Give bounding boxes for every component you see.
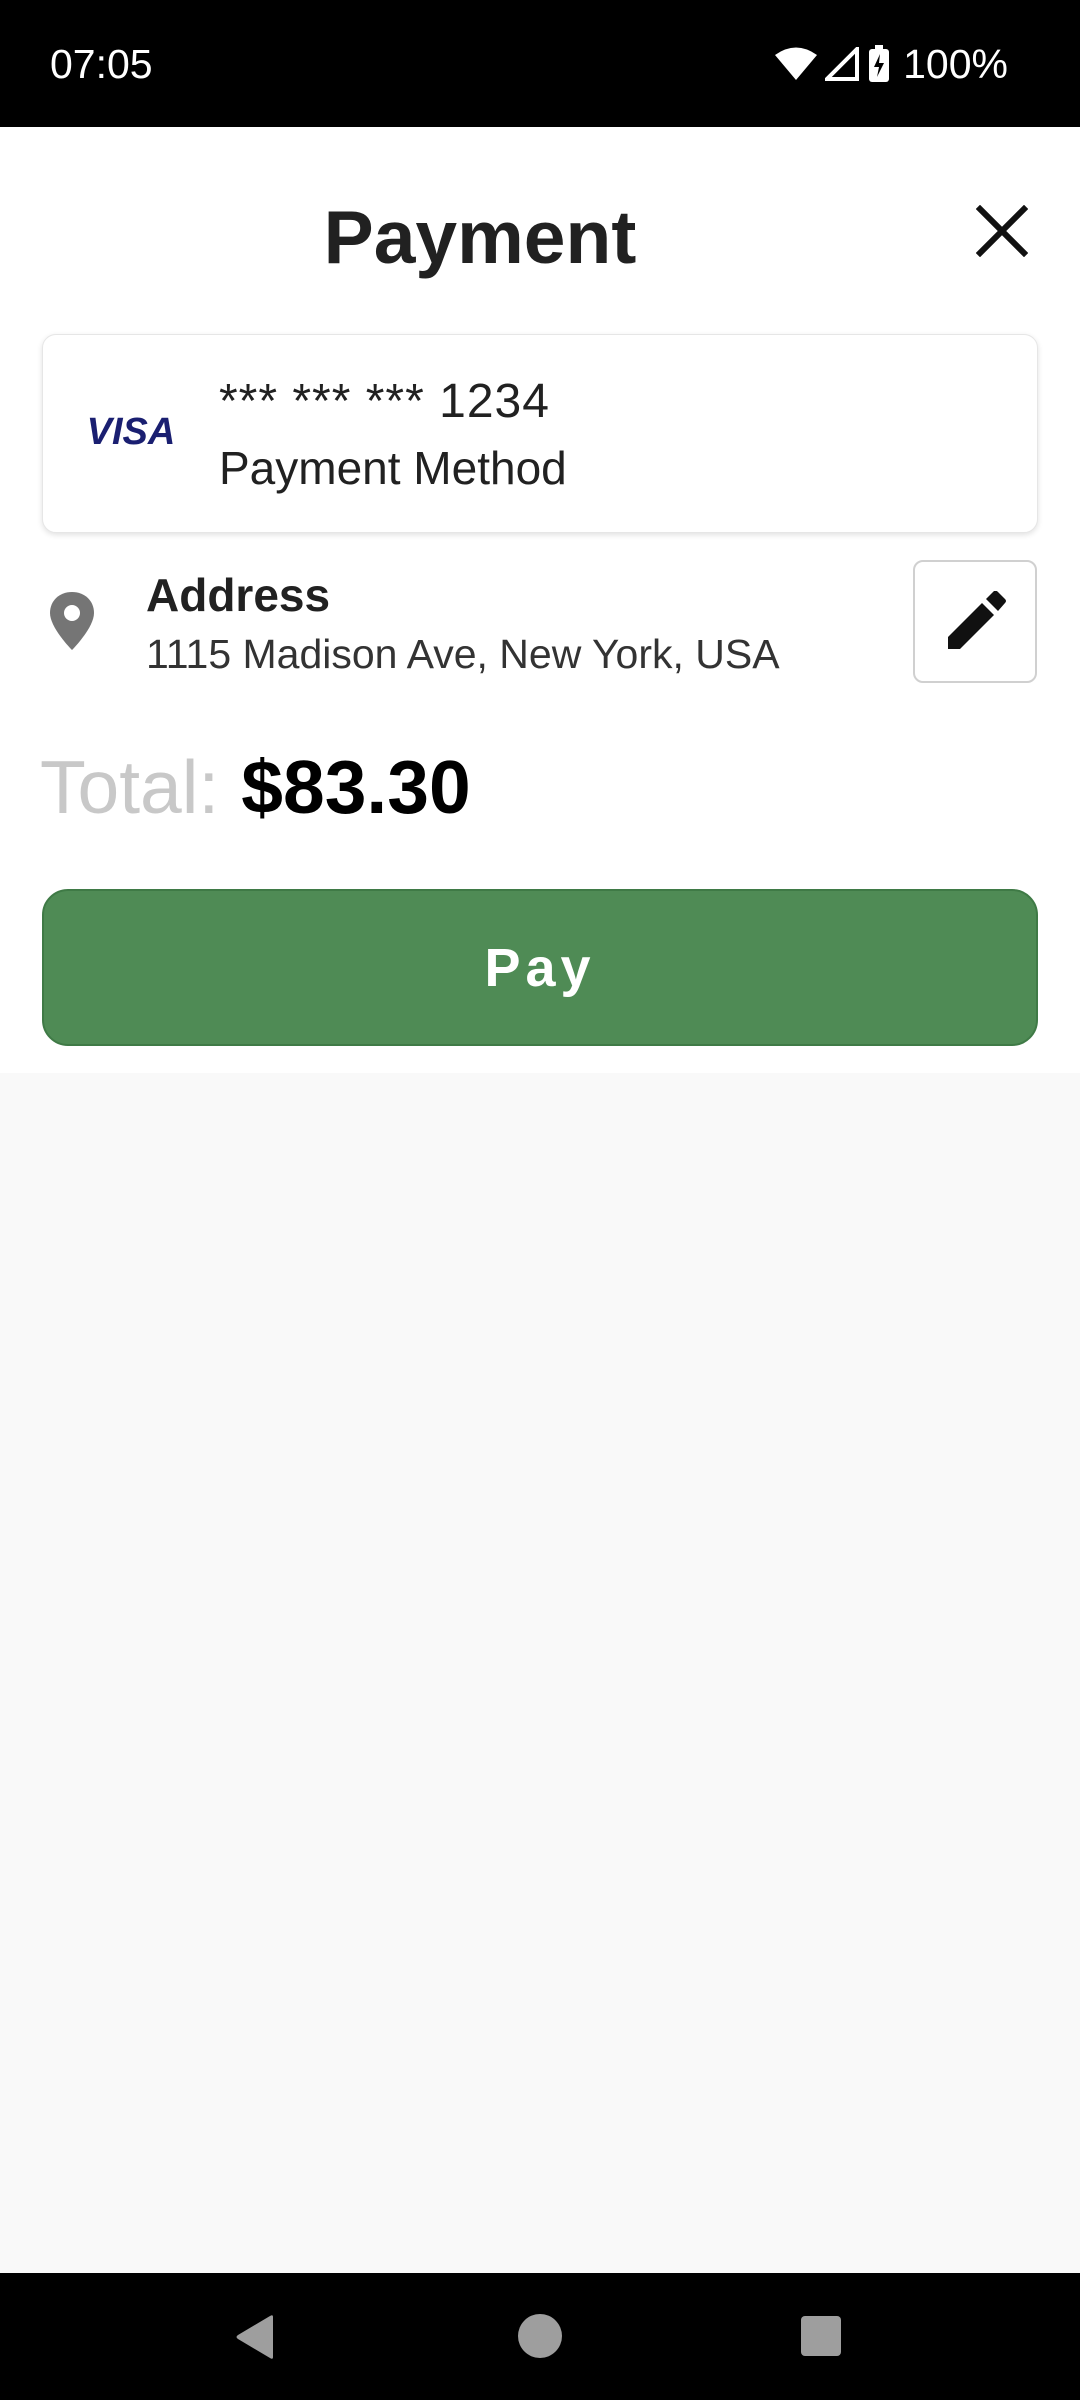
edit-address-button[interactable] — [913, 560, 1037, 683]
visa-logo-text: VISA — [87, 411, 176, 451]
payment-method-label: Payment Method — [219, 442, 567, 494]
recents-icon[interactable] — [800, 2315, 842, 2357]
payment-method-card[interactable]: VISA *** *** *** 1234 Payment Method — [42, 334, 1038, 533]
status-icons: 100% — [775, 40, 1008, 88]
address-label: Address — [146, 569, 331, 621]
address-value: 1115 Madison Ave, New York, USA — [146, 631, 780, 677]
card-number: *** *** *** 1234 — [219, 375, 550, 428]
cell-signal-icon — [825, 47, 860, 81]
battery-charging-icon — [869, 45, 890, 82]
location-pin-icon — [50, 592, 94, 650]
wifi-icon — [775, 47, 818, 80]
total-label: Total: — [40, 745, 220, 829]
pay-button[interactable]: Pay — [42, 889, 1038, 1046]
status-bar: 07:05 100% — [0, 0, 1080, 127]
total-row: Total: $83.30 — [40, 737, 471, 837]
visa-logo: VISA — [85, 411, 177, 451]
battery-percentage: 100% — [903, 41, 1008, 87]
total-amount: $83.30 — [241, 745, 471, 829]
navigation-bar — [0, 2273, 1080, 2400]
payment-sheet: Payment VISA *** *** *** 1234 Payment Me… — [0, 127, 1080, 1073]
page-title: Payment — [323, 195, 637, 279]
pencil-icon — [948, 590, 1006, 649]
status-time: 07:05 — [50, 41, 153, 87]
back-icon[interactable] — [233, 2313, 277, 2361]
close-button[interactable] — [965, 194, 1039, 268]
close-icon — [976, 205, 1028, 257]
home-icon[interactable] — [517, 2313, 563, 2359]
